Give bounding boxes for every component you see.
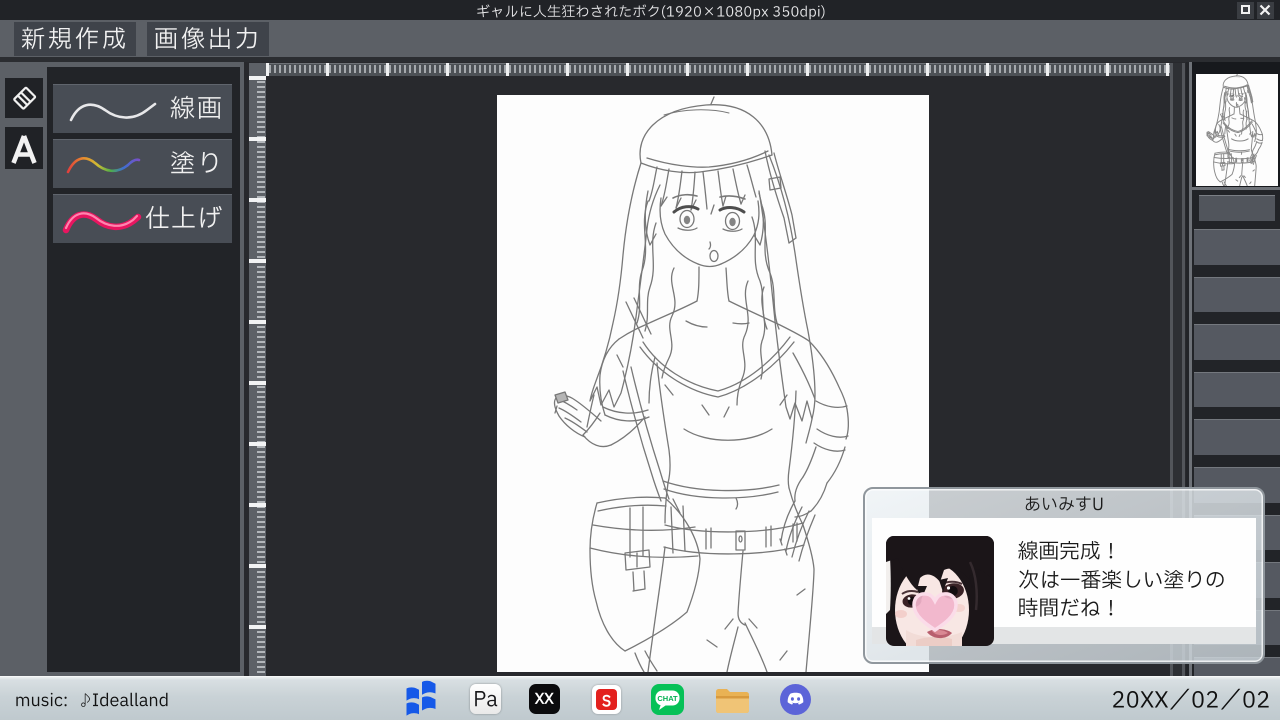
svg-text:CHAT: CHAT (657, 694, 678, 703)
